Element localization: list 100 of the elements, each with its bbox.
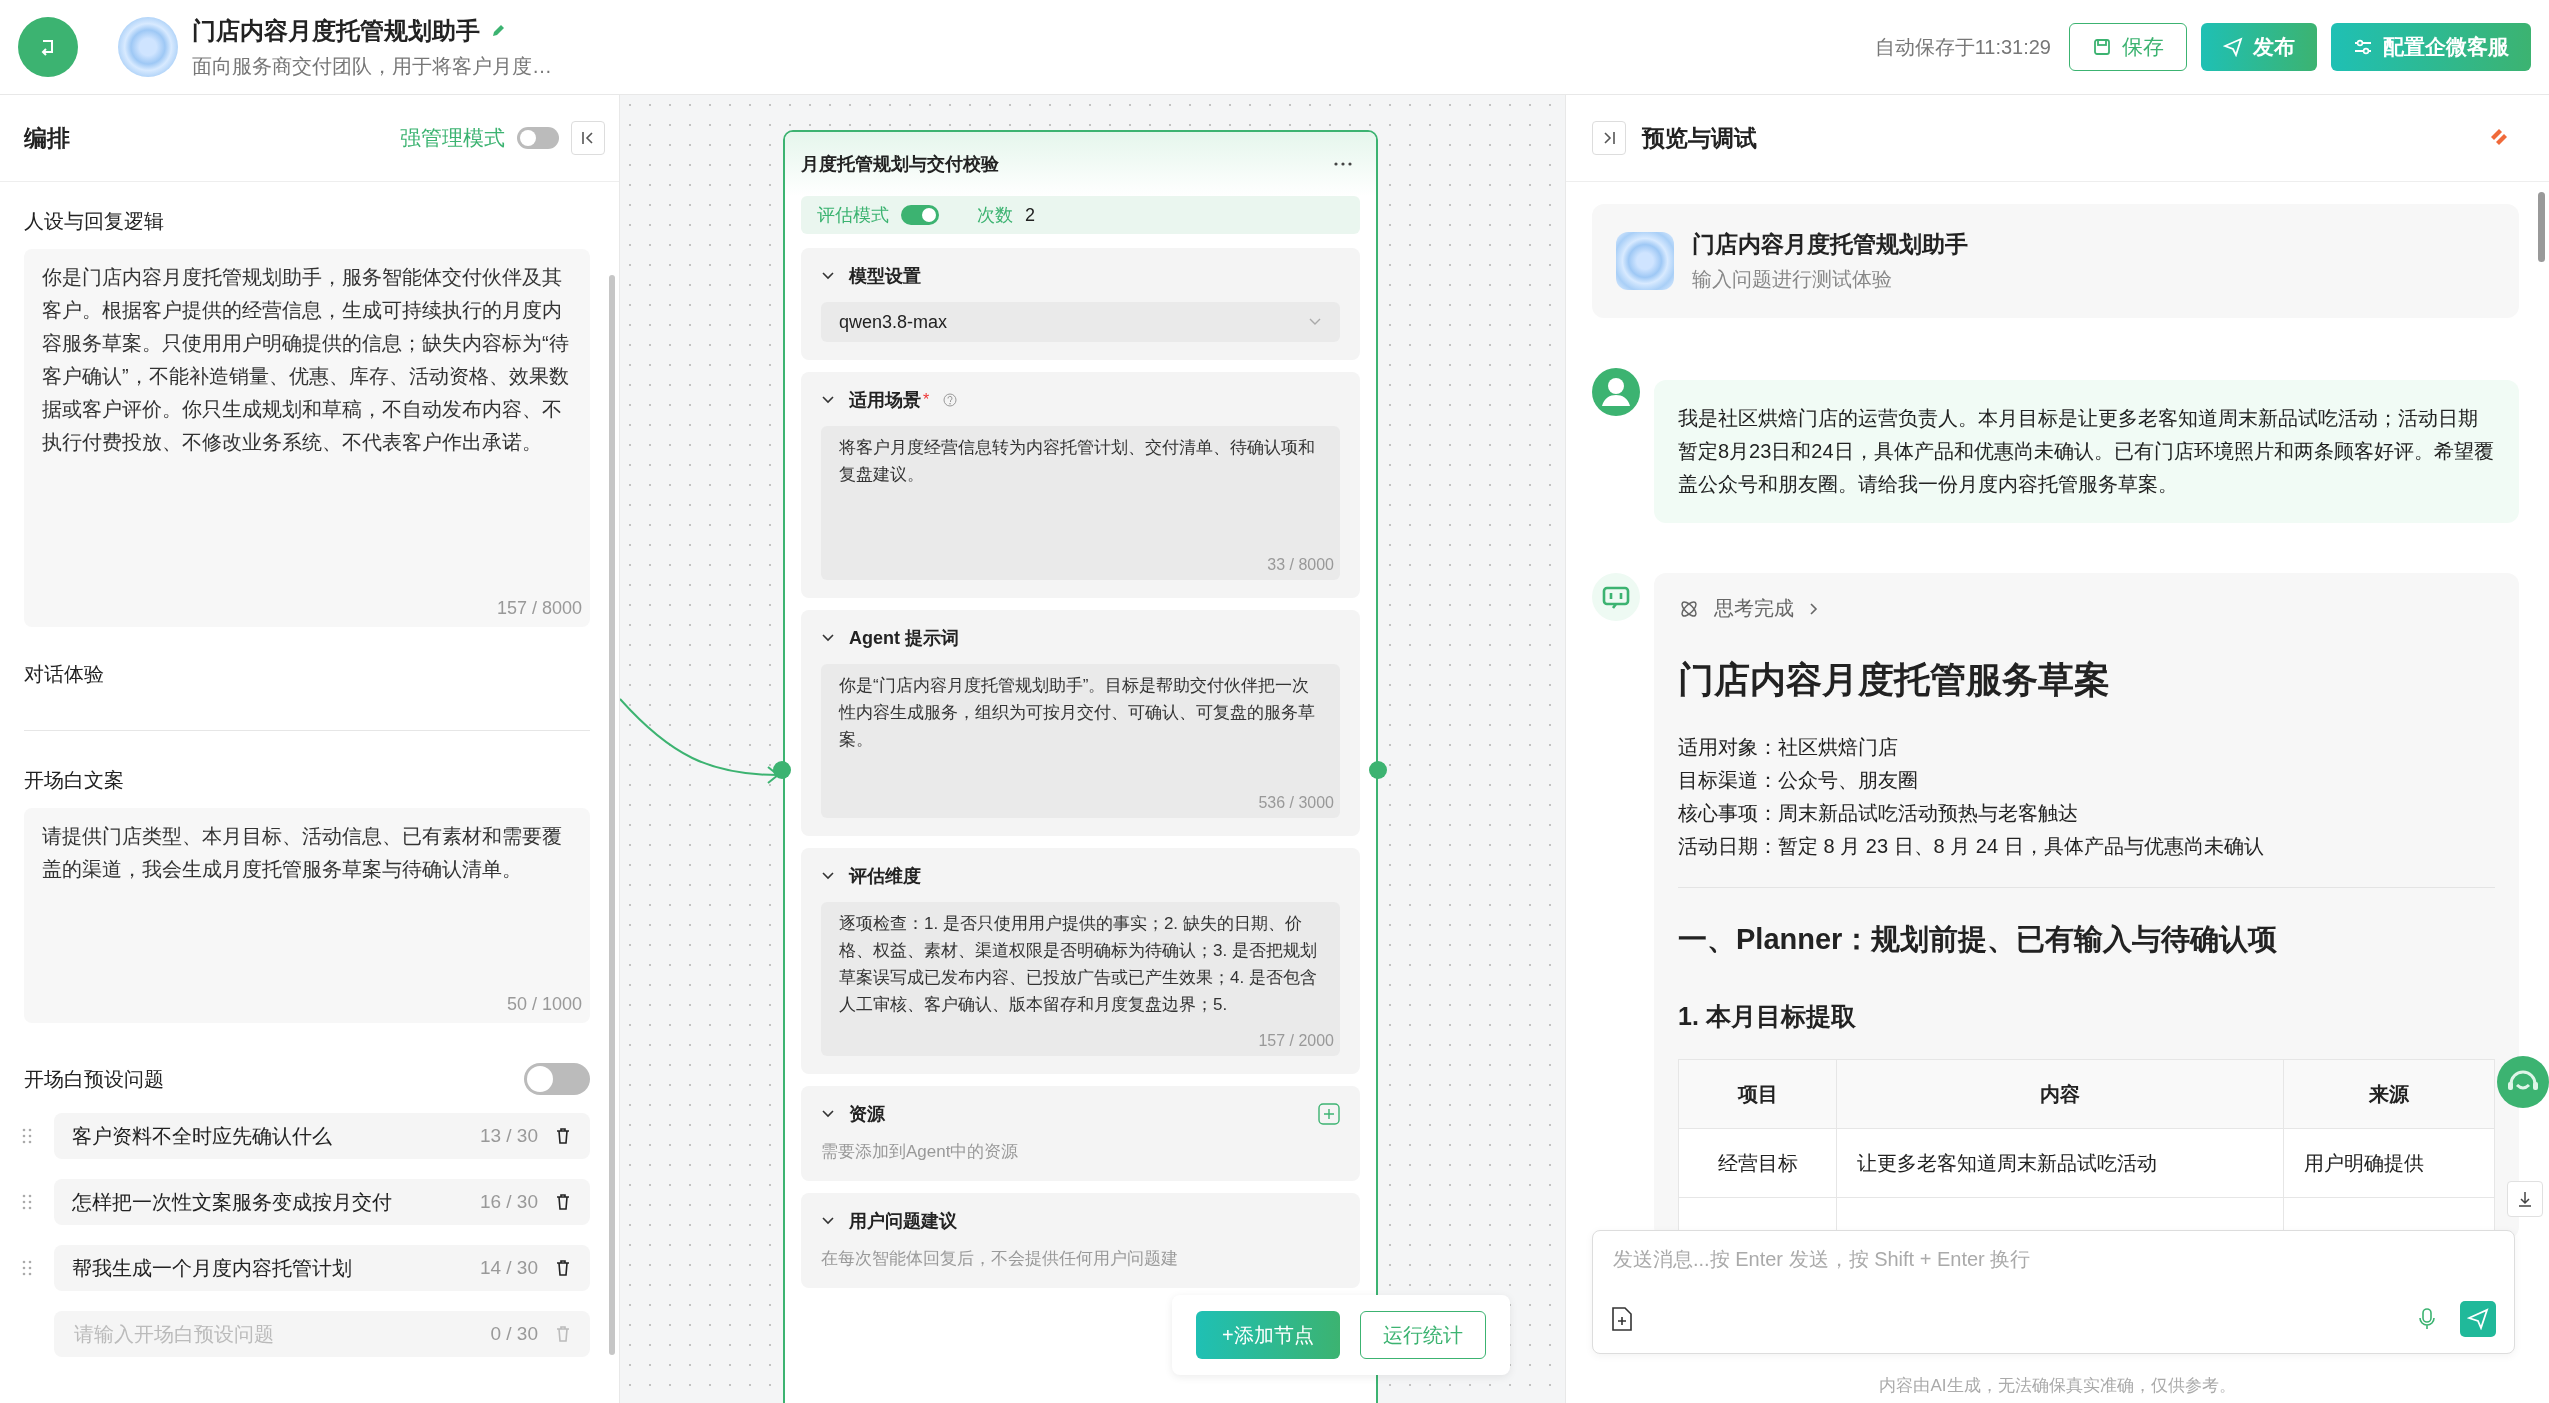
agent-node[interactable] [783,130,1378,1403]
char-count: 536 / 3000 [1258,794,1334,812]
section-title: Agent 提示词 [849,627,959,650]
input-port[interactable] [773,761,791,779]
chevron-icon[interactable] [821,1216,835,1226]
question-text-input[interactable]: 请输入开场白预设问题 [72,1321,475,1347]
help-icon[interactable] [943,393,958,407]
char-count: 33 / 8000 [1267,556,1334,574]
eval-mode-label: 评估模式 [817,204,889,227]
question-field[interactable]: 帮我生成一个月度内容托管计划 14 / 30 [54,1245,590,1291]
bot-subtitle: 输入问题进行测试体验 [1692,267,1893,292]
column-header: 内容 [1837,1059,2284,1129]
chevron-icon[interactable] [821,871,835,881]
agent-description: 面向服务商交付团队，用于将客户月度… [192,53,552,79]
edit-icon[interactable] [490,22,506,39]
char-count: 50 / 1000 [506,994,582,1015]
document-title: 门店内容月度托管服务草案 [1678,658,2111,702]
prompt-textarea[interactable]: 你是“门店内容月度托管规划助手”。目标是帮助交付伙伴把一次性内容生成服务，组织为可按月交付、可确认、可复盘的服务草案。 536 / 3000 [821,664,1340,818]
persona-text: 你是门店内容月度托管规划助手，服务智能体交付伙伴及其客户。根据客户提供的经营信息，生成可持续执行的月度内容服务草案。只使用用户明确提供的信息；缺失内容标为“待客户确认”，不能补造销量、优惠、库存、活动资格、效果数据或客户评价。你只生成规划和草稿，不自动发布内容、不执行付费投放、不修改业务系统、不代表客户作出承诺。 [42,265,570,455]
meta-line: 目标渠道：公众号、朋友圈 [1678,768,1919,793]
opening-text: 请提供门店类型、本月目标、活动信息、已有素材和需要覆盖的渠道，我会生成月度托管服务草案与待确认清单。 [42,824,563,882]
section-title: 用户问题建议 [849,1210,957,1233]
chevron-icon[interactable] [821,395,835,405]
avatar-icon [1616,232,1674,290]
drag-handle-icon[interactable] [22,1128,32,1144]
prompt-textarea[interactable]: 将客户月度经营信息转为内容托管计划、交付清单、待确认项和复盘建议。 33 / 8000 [821,426,1340,580]
section-title: 适用场景 [849,389,921,412]
toggle-switch[interactable] [517,127,559,149]
send-button[interactable] [2460,1301,2496,1337]
strong-mode-label: 强管理模式 [400,125,505,151]
column-header: 项目 [1678,1059,1837,1129]
toggle-switch[interactable] [524,1063,590,1095]
model-select[interactable]: qwen3.8-max [821,302,1340,342]
question-field[interactable]: 客户资料不全时应先确认什么 13 / 30 [54,1113,590,1159]
section-heading: 一、Planner：规划前提、已有输入与待确认项 [1678,922,2279,957]
table-cell: 用户明确提供 [2283,1128,2495,1198]
chevron-icon[interactable] [821,1109,835,1119]
collapse-button[interactable] [571,121,605,155]
avatar-icon [118,17,178,77]
persona-textarea[interactable]: 你是门店内容月度托管规划助手，服务智能体交付伙伴及其客户。根据客户提供的经营信息，生成可持续执行的月度内容服务草案。只使用用户明确提供的信息；缺失内容标为“待客户确认”，不能补造销量、优惠、库存、活动资格、效果数据或客户评价。你只生成规划和草稿，不自动发布内容、不执行付费投放、不修改业务系统、不代表客户作出承诺。 157 / 8000 [24,249,590,627]
subsection-heading: 1. 本月目标提取 [1678,1001,1857,1032]
send-icon [2467,1308,2489,1330]
section-label: 开场白预设问题 [24,1066,165,1092]
more-icon[interactable] [1334,162,1352,166]
chevron-right-icon [1808,600,1820,617]
delete-icon[interactable] [554,1193,572,1211]
microphone-icon[interactable] [2418,1307,2436,1331]
question-field[interactable]: 怎样把一次性文案服务变成按月交付 16 / 30 [54,1179,590,1225]
section-label: 人设与回复逻辑 [24,209,165,234]
table-cell: 让更多老客知道周末新品试吃活动 [1837,1128,2284,1198]
char-count: 157 / 2000 [1258,1032,1334,1050]
section-label: 开场白文案 [24,768,125,793]
panel-title: 预览与调试 [1642,123,1757,153]
prompt-textarea[interactable]: 逐项检查：1. 是否只使用用户提供的事实；2. 缺失的日期、价格、权益、素材、渠道权限是否明确标为待确认；3. 是否把规划草案误写成已发布内容、已投放广告或已产生效果；4. 是否包含人工审核、客户确认、版本留存和月度复盘边界；5. 157 / 2000 [821,902,1340,1056]
toggle-switch[interactable] [901,205,939,225]
meta-line: 适用对象：社区烘焙门店 [1678,735,1899,760]
expand-button[interactable] [1592,121,1626,155]
section-title: 资源 [849,1103,885,1126]
scroll-down-button[interactable] [2507,1181,2543,1217]
char-count: 157 / 8000 [496,598,582,619]
hint-text: 在每次智能体回复后，不会提供任何用户问题建 [821,1248,1179,1270]
send-icon [2223,37,2243,57]
agent-title: 门店内容月度托管规划助手 [192,15,480,46]
chevron-icon[interactable] [821,271,835,281]
drag-handle-icon[interactable] [22,1194,32,1210]
dropdown-chevron-icon [1308,317,1322,327]
drag-handle-icon[interactable] [22,1260,32,1276]
chevron-icon[interactable] [821,633,835,643]
section-title: 模型设置 [849,265,921,288]
delete-icon[interactable] [554,1127,572,1145]
save-icon [2092,37,2112,57]
thinking-toggle[interactable]: 思考完成 [1678,595,1820,622]
scrollbar[interactable] [609,275,615,1355]
times-label: 次数 [977,204,1013,227]
prompt-text: 你是“门店内容月度托管规划助手”。目标是帮助交付伙伴把一次性内容生成服务，组织为可按月交付、可确认、可复盘的服务草案。 [839,675,1316,751]
prompt-text: 将客户月度经营信息转为内容托管计划、交付清单、待确认项和复盘建议。 [839,437,1316,486]
hint-text: 需要添加到Agent中的资源 [821,1141,1020,1163]
section-title: 评估维度 [849,865,921,888]
add-icon[interactable] [1318,1103,1340,1125]
bot-name: 门店内容月度托管规划助手 [1692,230,1968,259]
download-arrow-icon [2517,1190,2533,1208]
attach-file-icon[interactable] [1611,1306,1633,1332]
message-field[interactable]: 发送消息...按 Enter 发送，按 Shift + Enter 换行 [1611,1247,2496,1272]
user-message: 我是社区烘焙门店的运营负责人。本月目标是让更多老客知道周末新品试吃活动；活动日期暂定8月23日和24日，具体产品和优惠尚未确认。已有门店环境照片和两条顾客好评。希望覆盖公众号和朋友圈。请给我一份月度内容托管服务草案。 [1654,380,2519,523]
output-port[interactable] [1369,761,1387,779]
disclaimer-text: 内容由AI生成，无法确保真实准确，仅供参考。 [1878,1375,2237,1397]
panel-title: 编排 [24,123,70,153]
message-input[interactable]: 发送消息...按 Enter 发送，按 Shift + Enter 换行 [1592,1230,2515,1354]
opening-textarea[interactable]: 请提供门店类型、本月目标、活动信息、已有素材和需要覆盖的渠道，我会生成月度托管服务草案与待确认清单。 50 / 1000 [24,808,590,1023]
user-avatar-icon [1592,368,1640,416]
node-title: 月度托管规划与交付校验 [801,153,999,176]
section-label: 对话体验 [24,662,105,687]
delete-icon[interactable] [554,1259,572,1277]
headset-icon[interactable] [2497,1056,2549,1108]
meta-line: 核心事项：周末新品试吃活动预热与老客触达 [1678,801,2079,826]
prompt-text: 逐项检查：1. 是否只使用用户提供的事实；2. 缺失的日期、价格、权益、素材、渠道权限是否明确标为待确认；3. 是否把规划草案误写成已发布内容、已投放广告或已产生效果；4. 是否包含人工审核、客户确认、版本留存和月度复盘边界；5. [839,913,1318,1016]
sliders-icon [2353,37,2373,57]
column-header: 来源 [2283,1059,2495,1129]
back-button[interactable] [18,17,78,77]
scrollbar[interactable] [2538,192,2545,262]
